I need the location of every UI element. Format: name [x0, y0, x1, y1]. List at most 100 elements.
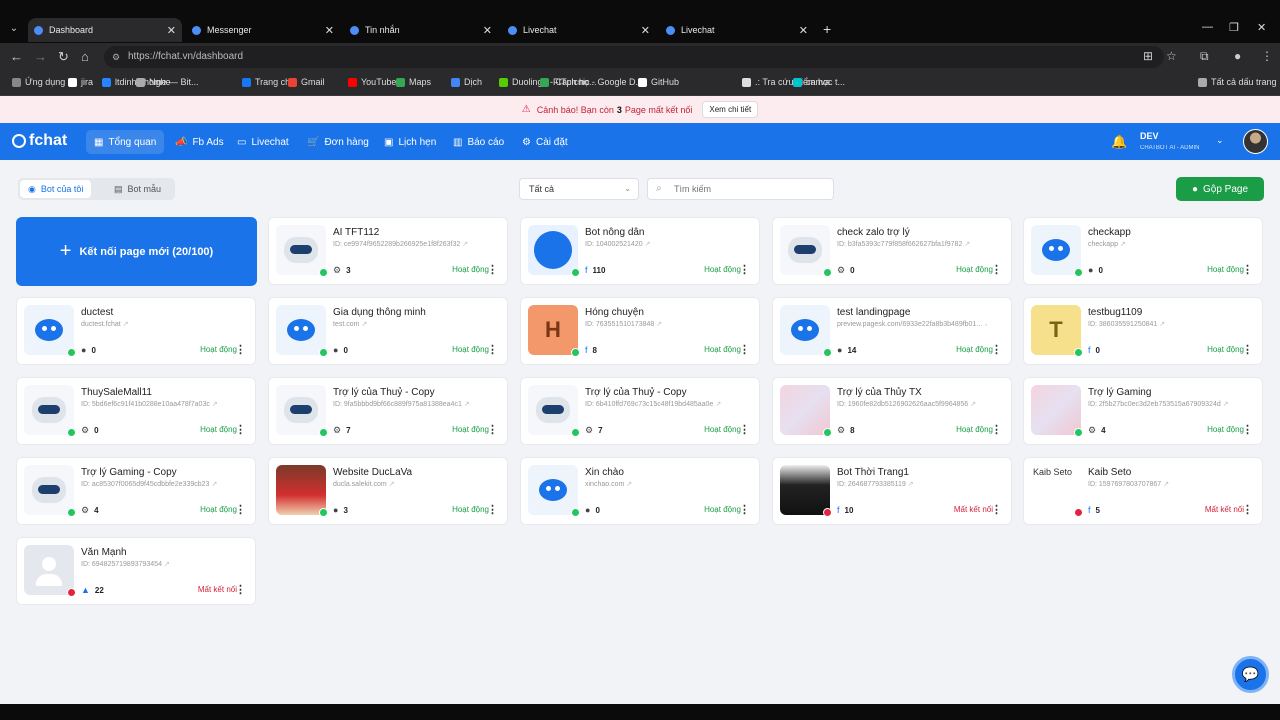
new-tab-icon[interactable]: + [823, 21, 831, 37]
bookmark-item[interactable]: Tất cả dấu trang [1198, 77, 1277, 87]
more-options-icon[interactable]: ⋮ [739, 343, 750, 356]
forward-icon[interactable]: → [34, 49, 47, 64]
external-link-icon[interactable]: ↗ [211, 481, 217, 488]
external-link-icon[interactable]: ↗ [164, 561, 170, 568]
external-link-icon[interactable]: ↗ [984, 321, 987, 328]
external-link-icon[interactable]: ↗ [462, 241, 468, 248]
bot-card[interactable]: Trợ lý của Thuỷ - Copy ID: 6b410ffd769c73… [520, 377, 760, 445]
bot-card[interactable]: Website DucLaVa ducla.salekit.com ↗ ● 3 Hoạt … [268, 457, 508, 525]
nav-appointments[interactable]: ▣ Lịch hẹn [376, 130, 444, 154]
browser-tab[interactable]: Tin nhắn ✕ [344, 19, 498, 41]
external-link-icon[interactable]: ↗ [715, 401, 721, 408]
more-options-icon[interactable]: ⋮ [235, 583, 246, 596]
bookmark-item[interactable]: jira [68, 77, 93, 87]
bot-card[interactable]: Trợ lý của Thủy TX ID: 1960fe82db51269026… [772, 377, 1012, 445]
bookmark-item[interactable]: Dịch [451, 77, 482, 87]
more-options-icon[interactable]: ⋮ [487, 263, 498, 276]
bot-card[interactable]: AI TFT112 ID: ce9974f9652289b266925e1f8f2… [268, 217, 508, 285]
bot-card[interactable]: ductest ductest.fchat ↗ ● 0 Hoạt động ⋮ [16, 297, 256, 365]
bot-card[interactable]: Ttestbug1109 ID: 386035591250841 ↗ f 0 Hoạt đ… [1023, 297, 1263, 365]
external-link-icon[interactable]: ↗ [212, 401, 218, 408]
more-options-icon[interactable]: ⋮ [235, 423, 246, 436]
more-options-icon[interactable]: ⋮ [487, 423, 498, 436]
more-options-icon[interactable]: ⋮ [235, 343, 246, 356]
more-options-icon[interactable]: ⋮ [1242, 263, 1253, 276]
fchat-logo[interactable]: fchat [12, 132, 67, 150]
site-info-icon[interactable]: ⚙ [112, 46, 120, 68]
back-icon[interactable]: ← [10, 49, 23, 64]
more-options-icon[interactable]: ⋮ [235, 503, 246, 516]
browser-menu-icon[interactable]: ⋮ [1261, 49, 1273, 63]
tab-search-icon[interactable]: ⌄ [6, 21, 22, 37]
bot-card[interactable]: Kaib Seto Kaib Seto ID: 1597697803707867 ↗ f… [1023, 457, 1263, 525]
user-avatar[interactable] [1243, 129, 1268, 154]
bot-card[interactable]: Xin chào xinchao.com ↗ ● 0 Hoạt động ⋮ [520, 457, 760, 525]
bot-card[interactable]: Bot nông dân ID: 104002521420 ↗ f 110 Hoạt độ… [520, 217, 760, 285]
more-options-icon[interactable]: ⋮ [991, 423, 1002, 436]
url-field[interactable]: ⚙ https://fchat.vn/dashboard [104, 46, 1164, 68]
home-icon[interactable]: ⌂ [81, 49, 89, 64]
bot-card[interactable]: Gia dụng thông minh test.com ↗ ● 0 Hoạt động ⋮ [268, 297, 508, 365]
external-link-icon[interactable]: ↗ [361, 321, 367, 328]
bot-card[interactable]: ThuySaleMall11 ID: 5bd6ef6c91f41b0288e10a… [16, 377, 256, 445]
connect-new-page-button[interactable]: + Kết nối page mới (20/100) [16, 217, 257, 286]
merge-page-button[interactable]: ● Gộp Page [1176, 177, 1264, 201]
view-details-button[interactable]: Xem chi tiết [702, 101, 759, 118]
bot-card[interactable]: Trợ lý của Thuỷ - Copy ID: 9fa5bbbd9bf66c… [268, 377, 508, 445]
bookmark-item[interactable]: FITpicnic - Google D... [540, 77, 643, 87]
reload-icon[interactable]: ↻ [58, 49, 69, 65]
nav-settings[interactable]: ⚙ Cài đặt [514, 130, 576, 154]
external-link-icon[interactable]: ↗ [1163, 481, 1169, 488]
chevron-down-icon[interactable]: ⌄ [1216, 135, 1224, 146]
bot-card[interactable]: Bot Thời Trang1 ID: 264687793385119 ↗ f 10 Mấ… [772, 457, 1012, 525]
tab-template-bots[interactable]: ▤ Bot mẫu [106, 180, 169, 198]
bot-card[interactable]: H Hóng chuyện ID: 763551510173848 ↗ f 8 Hoạt đ… [520, 297, 760, 365]
more-options-icon[interactable]: ⋮ [991, 503, 1002, 516]
nav-dashboard[interactable]: ▦ Tổng quan [86, 130, 165, 154]
support-chat-icon[interactable]: 💬 [1232, 656, 1269, 693]
tab-close-icon[interactable]: ✕ [167, 24, 176, 37]
tab-close-icon[interactable]: ✕ [641, 24, 650, 37]
external-link-icon[interactable]: ↗ [970, 401, 976, 408]
browser-tab[interactable]: Livechat ✕ [502, 19, 656, 41]
tab-close-icon[interactable]: ✕ [799, 24, 808, 37]
more-options-icon[interactable]: ⋮ [1242, 423, 1253, 436]
external-link-icon[interactable]: ↗ [389, 481, 395, 488]
browser-tab[interactable]: Dashboard ✕ [28, 18, 182, 42]
external-link-icon[interactable]: ↗ [645, 241, 651, 248]
more-options-icon[interactable]: ⋮ [487, 343, 498, 356]
browser-tab[interactable]: Livechat ✕ [660, 19, 814, 41]
more-options-icon[interactable]: ⋮ [487, 503, 498, 516]
extensions-icon[interactable]: ⧉ [1200, 49, 1209, 64]
bookmark-item[interactable]: canva [793, 77, 830, 87]
search-input[interactable] [674, 182, 824, 196]
minimize-icon[interactable]: — [1202, 21, 1213, 33]
browser-tab[interactable]: Messenger ✕ [186, 19, 340, 41]
nav-livechat[interactable]: ▭ Livechat [229, 130, 297, 154]
nav-reports[interactable]: ▥ Báo cáo [445, 130, 512, 154]
external-link-icon[interactable]: ↗ [656, 321, 662, 328]
profile-icon[interactable]: ● [1234, 49, 1241, 63]
bot-card[interactable]: checkapp checkapp ↗ ● 0 Hoạt động ⋮ [1023, 217, 1263, 285]
tab-close-icon[interactable]: ✕ [325, 24, 334, 37]
bot-card[interactable]: Trợ lý Gaming - Copy ID: ac85307f0065d9f4… [16, 457, 256, 525]
restore-icon[interactable]: ❐ [1229, 21, 1239, 34]
more-options-icon[interactable]: ⋮ [1242, 503, 1253, 516]
more-options-icon[interactable]: ⋮ [739, 423, 750, 436]
external-link-icon[interactable]: ↗ [626, 481, 632, 488]
bookmark-item[interactable]: Maps [396, 77, 431, 87]
close-window-icon[interactable]: ✕ [1257, 21, 1266, 34]
external-link-icon[interactable]: ↗ [964, 241, 970, 248]
translate-icon[interactable]: ⊞ [1143, 49, 1153, 63]
nav-fb-ads[interactable]: 📣 Fb Ads [167, 130, 232, 154]
bot-card[interactable]: Văn Mạnh ID: 694825719893793454 ↗ ▲ 22 Mất kế… [16, 537, 256, 605]
bot-card[interactable]: check zalo trợ lý ID: b3fa5393c779f858f66… [772, 217, 1012, 285]
bookmark-star-icon[interactable]: ☆ [1166, 49, 1177, 63]
more-options-icon[interactable]: ⋮ [739, 503, 750, 516]
tab-close-icon[interactable]: ✕ [483, 24, 492, 37]
notification-bell-icon[interactable]: 🔔 [1111, 134, 1127, 150]
bookmark-item[interactable]: Nghe [136, 77, 171, 87]
bot-card[interactable]: Trợ lý Gaming ID: 2f5b27bc0ec3d2eb753515a… [1023, 377, 1263, 445]
bookmark-item[interactable]: GitHub [638, 77, 679, 87]
external-link-icon[interactable]: ↗ [1159, 321, 1165, 328]
